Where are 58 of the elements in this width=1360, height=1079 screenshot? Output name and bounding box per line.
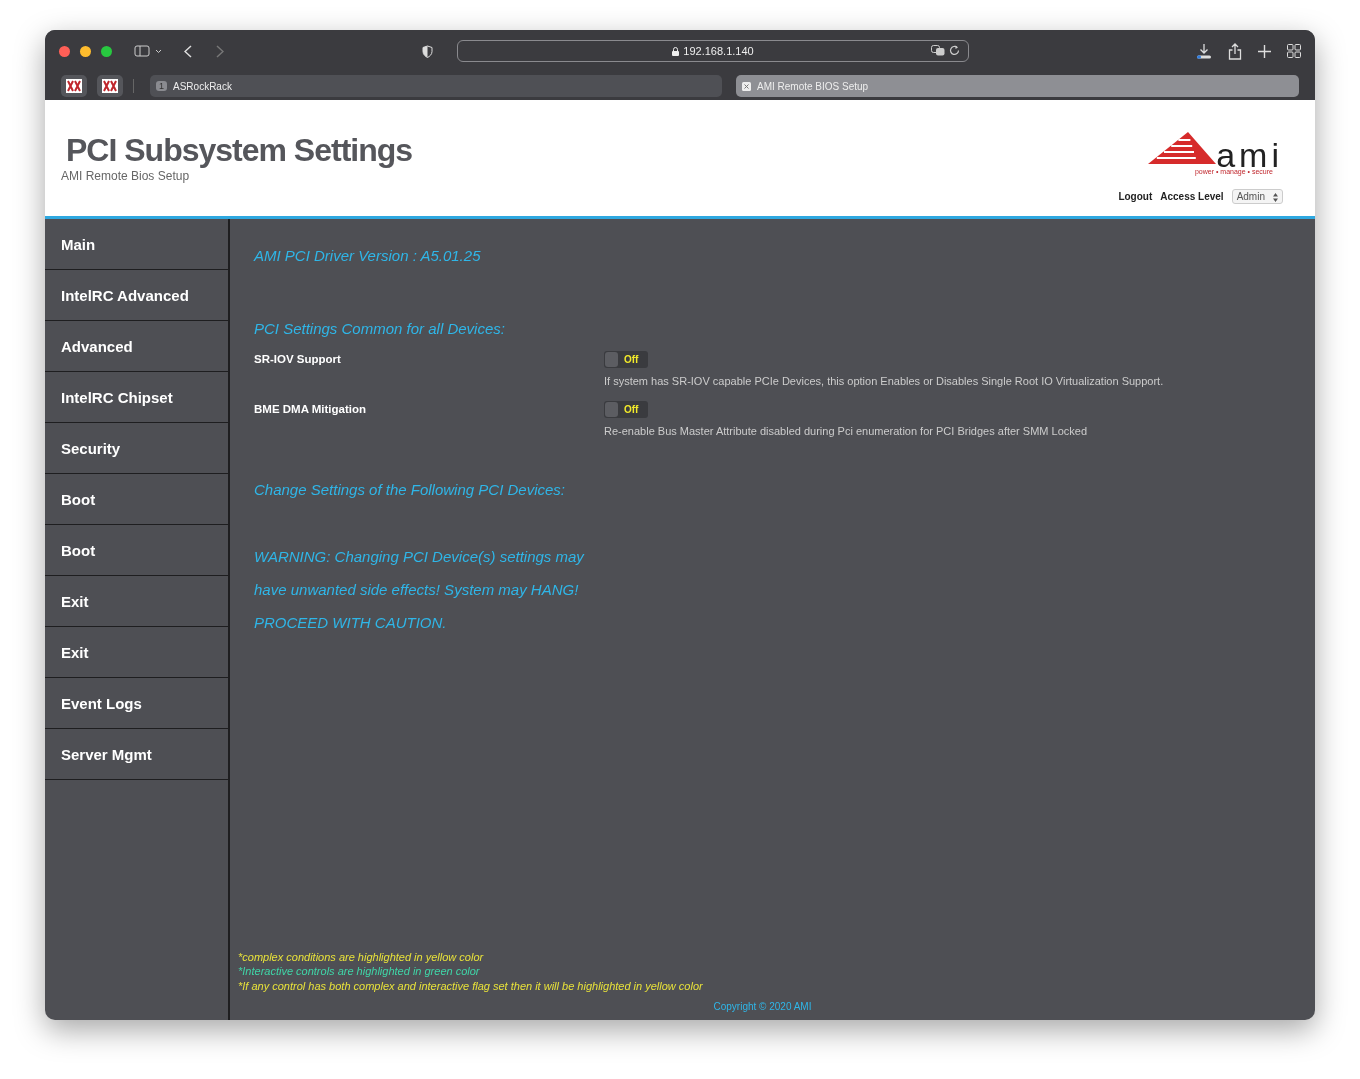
page-subtitle: AMI Remote Bios Setup <box>61 169 191 183</box>
new-tab-icon[interactable] <box>1258 44 1271 58</box>
tab-overview-icon[interactable] <box>1287 44 1301 58</box>
sidebar-item[interactable]: Server Mgmt <box>45 729 228 780</box>
footnote: *Interactive controls are highlighted in green color <box>238 964 481 979</box>
shield-icon[interactable] <box>422 44 433 58</box>
setting-label: SR-IOV Support <box>254 352 342 367</box>
sidebar-item[interactable]: Boot <box>45 525 228 576</box>
close-tab-icon[interactable] <box>742 81 751 91</box>
share-icon[interactable] <box>1228 42 1242 60</box>
sidebar-item[interactable]: IntelRC Chipset <box>45 372 228 423</box>
sidebar-item[interactable]: Security <box>45 423 228 474</box>
toggle-switch[interactable]: Off <box>604 351 648 368</box>
xx-logo-icon <box>102 79 118 93</box>
sidebar-item[interactable]: Advanced <box>45 321 228 372</box>
setting-description: Re-enable Bus Master Attribute disabled during Pci enumeration for PCI Bridges after SMM Locked <box>604 425 1088 437</box>
sidebar-icon[interactable] <box>134 45 162 57</box>
sidebar-item[interactable]: Event Logs <box>45 678 228 729</box>
logout-link[interactable]: Logout <box>1118 191 1153 202</box>
warning-text: WARNING: Changing PCI Device(s) settings may <box>254 547 586 567</box>
zoom-window-button[interactable] <box>101 45 112 57</box>
translate-icon[interactable] <box>931 45 945 56</box>
driver-version: AMI PCI Driver Version : A5.01.25 <box>254 247 482 264</box>
toggle-switch[interactable]: Off <box>604 401 648 418</box>
footnote: *complex conditions are highlighted in yellow color <box>238 949 485 964</box>
logo-wordmark: ami <box>1216 140 1283 170</box>
access-level-label: Access Level <box>1160 191 1224 202</box>
download-icon[interactable] <box>1196 43 1212 59</box>
stepper-icon <box>1273 193 1278 202</box>
minimize-window-button[interactable] <box>80 45 91 57</box>
pinned-tab[interactable] <box>61 75 87 97</box>
sidebar-item[interactable]: Main <box>45 219 228 270</box>
address-bar[interactable]: 192.168.1.140 <box>457 40 969 62</box>
sidebar-item[interactable]: Boot <box>45 474 228 525</box>
reload-icon[interactable] <box>949 45 960 56</box>
section-heading: PCI Settings Common for all Devices: <box>254 320 506 337</box>
sidebar-item[interactable]: Exit <box>45 627 228 678</box>
setting-description: If system has SR-IOV capable PCIe Devices, this option Enables or Disables Single Root IO Virtualization Support. <box>604 375 1164 387</box>
sidebar-item[interactable]: IntelRC Advanced <box>45 270 228 321</box>
warning-text: PROCEED WITH CAUTION. <box>254 613 448 633</box>
back-icon[interactable] <box>184 44 192 58</box>
section-heading: Change Settings of the Following PCI Devices: <box>254 481 566 498</box>
tab-title: AMI Remote BIOS Setup <box>757 80 869 92</box>
lock-icon <box>672 46 680 56</box>
tab-title: ASRockRack <box>173 80 232 92</box>
setting-label: BME DMA Mitigation <box>254 402 367 417</box>
footnote: *If any control has both complex and interactive flag set then it will be highlighted in yellow color <box>238 978 704 993</box>
browser-tab[interactable]: 1 ASRockRack <box>150 75 722 97</box>
pinned-tab[interactable] <box>97 75 123 97</box>
warning-text: have unwanted side effects! System may HANG! <box>254 580 580 600</box>
xx-logo-icon <box>66 79 82 93</box>
forward-icon[interactable] <box>216 44 224 58</box>
page-title: PCI Subsystem Settings <box>66 132 413 169</box>
tab-number-badge: 1 <box>156 81 167 91</box>
copyright: Copyright © 2020 AMI <box>713 1001 812 1012</box>
access-level-select[interactable]: Admin <box>1231 189 1283 204</box>
sidebar-item[interactable]: Exit <box>45 576 228 627</box>
close-window-button[interactable] <box>59 45 70 57</box>
